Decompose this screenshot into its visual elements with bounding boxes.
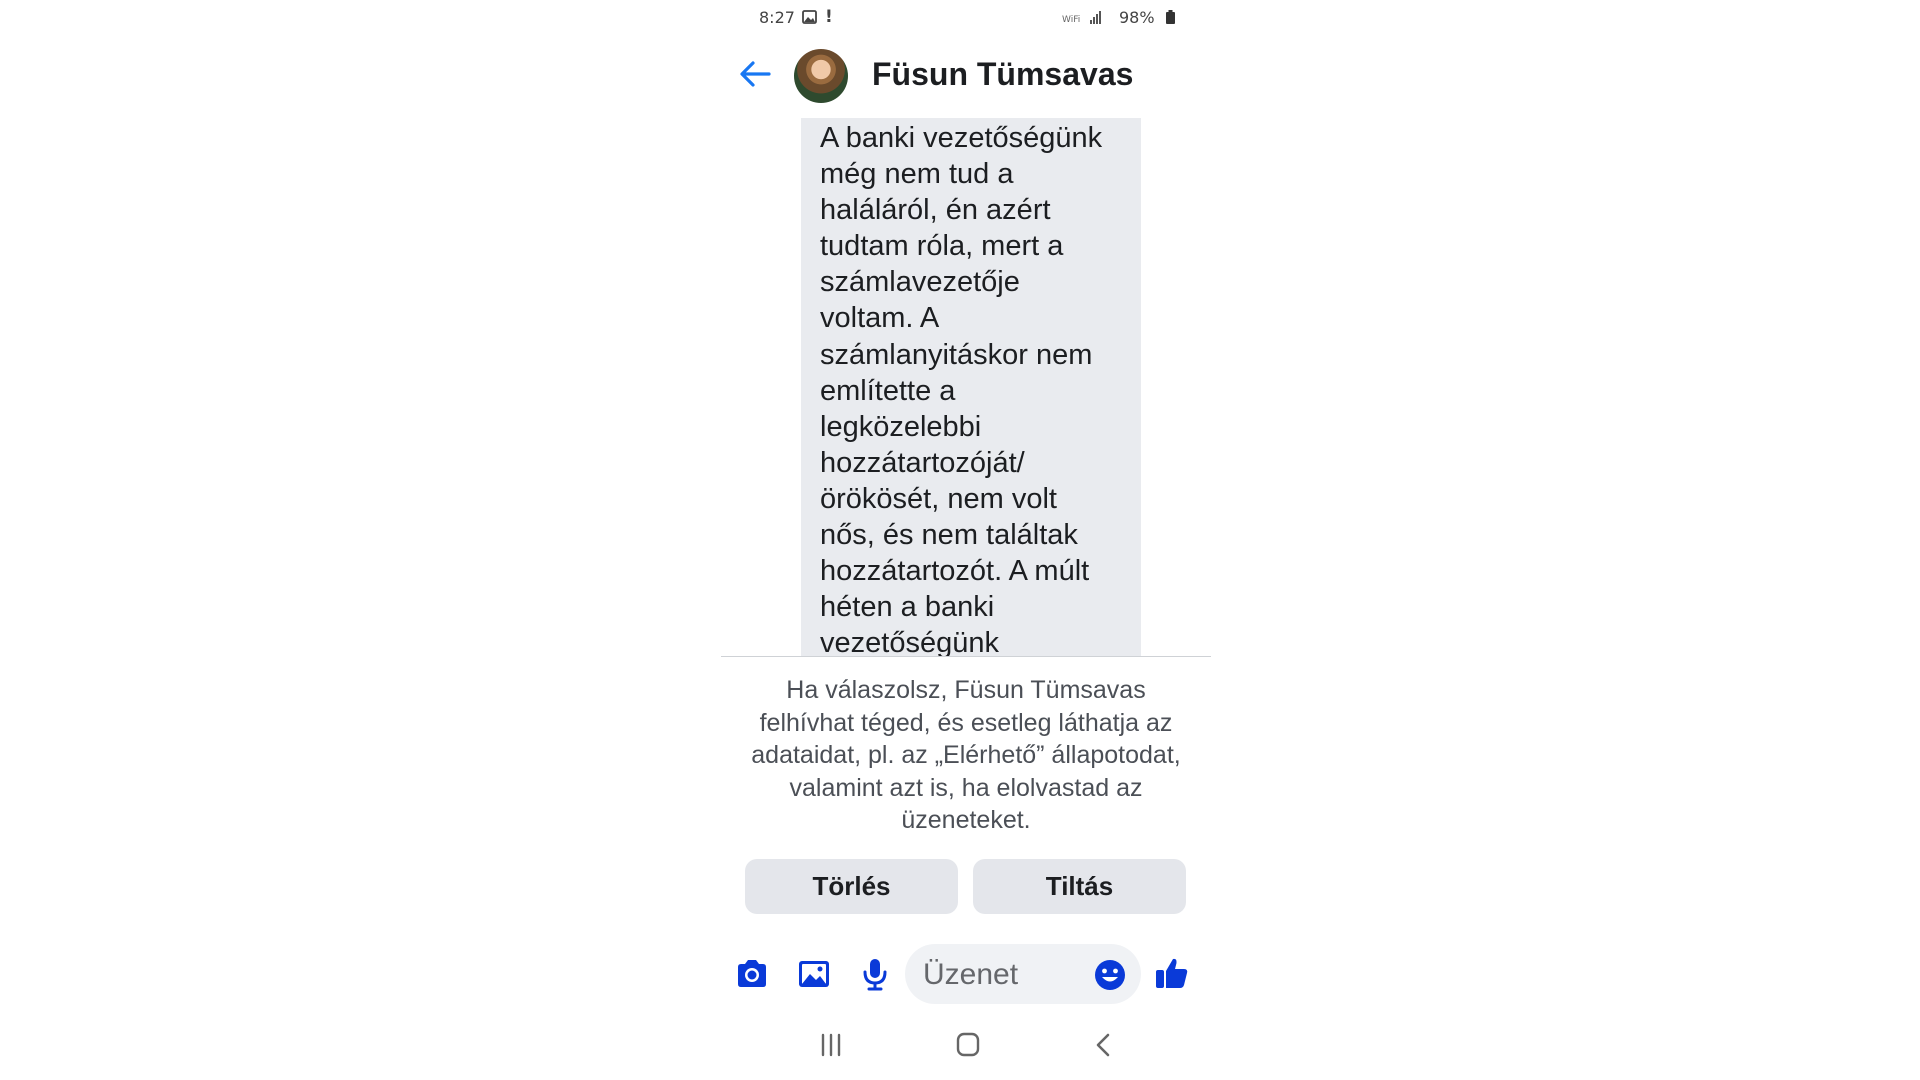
- like-button[interactable]: [1153, 954, 1191, 992]
- recent-apps-button[interactable]: [814, 1030, 848, 1060]
- phone-screen: 8:27 ! WiFi 98% Füsun Tümsavas A banki v…: [721, 0, 1211, 1080]
- system-back-button[interactable]: [1087, 1030, 1121, 1060]
- microphone-icon: [863, 959, 887, 991]
- emoji-button[interactable]: [1093, 958, 1127, 992]
- recent-apps-icon: [821, 1033, 841, 1057]
- message-bubble[interactable]: A banki vezetőségünk még nem tud a halál…: [801, 118, 1141, 656]
- delete-button-label: Törlés: [812, 871, 891, 901]
- divider: [721, 656, 1211, 657]
- delete-button[interactable]: Törlés: [745, 859, 958, 914]
- message-list[interactable]: A banki vezetőségünk még nem tud a halál…: [721, 118, 1211, 656]
- home-icon: [956, 1032, 980, 1057]
- message-text: A banki vezetőségünk még nem tud a halál…: [820, 122, 1103, 656]
- status-time: 8:27: [759, 8, 795, 27]
- signal-icon: WiFi: [1062, 11, 1101, 25]
- block-button[interactable]: Tiltás: [973, 859, 1186, 914]
- block-button-label: Tiltás: [1045, 871, 1114, 901]
- avatar[interactable]: [794, 49, 848, 103]
- gallery-button[interactable]: [796, 956, 832, 992]
- back-button[interactable]: [735, 54, 775, 94]
- message-input-container[interactable]: [905, 944, 1141, 1004]
- chevron-left-icon: [1096, 1033, 1110, 1057]
- system-navigation-bar: [721, 1020, 1211, 1070]
- alert-icon: !: [825, 7, 833, 27]
- microphone-button[interactable]: [857, 956, 893, 992]
- image-icon: [799, 961, 829, 987]
- gallery-notification-icon: [802, 10, 817, 24]
- thumbs-up-icon: [1156, 958, 1188, 988]
- svg-text:WiFi: WiFi: [1062, 15, 1080, 25]
- message-composer: [721, 944, 1211, 1004]
- home-button[interactable]: [951, 1030, 985, 1060]
- reply-privacy-notice: Ha válaszolsz, Füsun Tümsavas felhívhat …: [751, 676, 1181, 834]
- conversation-header: Füsun Tümsavas: [721, 40, 1211, 112]
- back-arrow-icon: [740, 61, 771, 87]
- contact-name[interactable]: Füsun Tümsavas: [872, 56, 1133, 93]
- battery-icon: [1166, 10, 1175, 24]
- battery-percentage: 98%: [1119, 8, 1155, 27]
- status-bar: 8:27 ! WiFi 98%: [721, 0, 1211, 36]
- emoji-icon: [1095, 960, 1125, 990]
- camera-icon: [738, 960, 766, 987]
- message-input[interactable]: [921, 954, 1085, 996]
- camera-button[interactable]: [734, 956, 770, 992]
